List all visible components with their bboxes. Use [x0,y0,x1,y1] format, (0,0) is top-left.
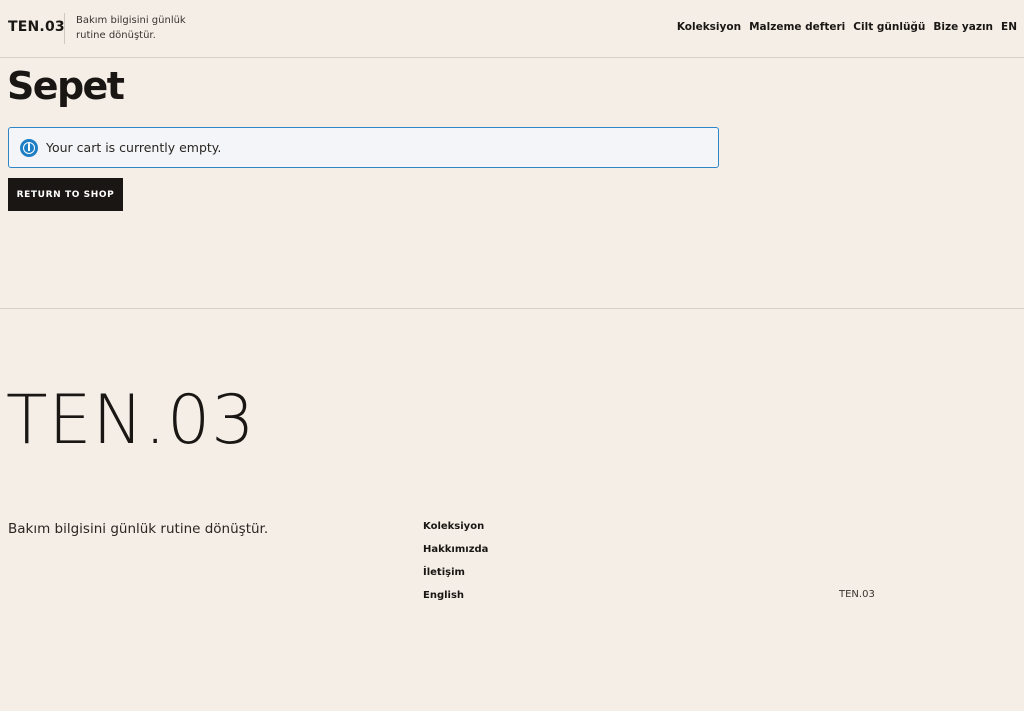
header-tagline: Bakım bilgisini günlük rutine dönüştür. [76,15,186,41]
site-header: TEN.03 Bakım bilgisini günlük rutine dön… [0,0,1024,58]
section-divider [0,308,1024,309]
page-title: Sepet [7,64,125,108]
footer-link-english[interactable]: English [423,589,488,603]
nav-item-cilt-gunlugu[interactable]: Cilt günlüğü [853,21,925,33]
footer-tagline: Bakım bilgisini günlük rutine dönüştür. [8,521,269,537]
footer-links: Koleksiyon Hakkımızda İletişim English [423,520,488,603]
info-icon [20,139,38,157]
nav-item-malzeme-defteri[interactable]: Malzeme defteri [749,21,845,33]
footer-link-iletisim[interactable]: İletişim [423,566,488,580]
return-to-shop-button[interactable]: RETURN TO SHOP [8,178,123,211]
footer-brand-mark: TEN.03 [839,589,875,600]
nav-item-language[interactable]: EN [1001,21,1017,33]
footer-link-koleksiyon[interactable]: Koleksiyon [423,520,488,534]
nav-item-koleksiyon[interactable]: Koleksiyon [677,21,741,33]
notice-text: Your cart is currently empty. [46,140,222,155]
page: TEN.03 Bakım bilgisini günlük rutine dön… [0,0,1024,711]
brand-divider [64,13,65,44]
footer-logo: TEN.03 [6,381,256,460]
footer-link-hakkimizda[interactable]: Hakkımızda [423,543,488,557]
brand-logo[interactable]: TEN.03 [8,19,65,35]
nav-item-bize-yazin[interactable]: Bize yazın [933,21,993,33]
empty-cart-notice: Your cart is currently empty. [8,127,719,168]
main-nav: Koleksiyon Malzeme defteri Cilt günlüğü … [677,21,1017,33]
